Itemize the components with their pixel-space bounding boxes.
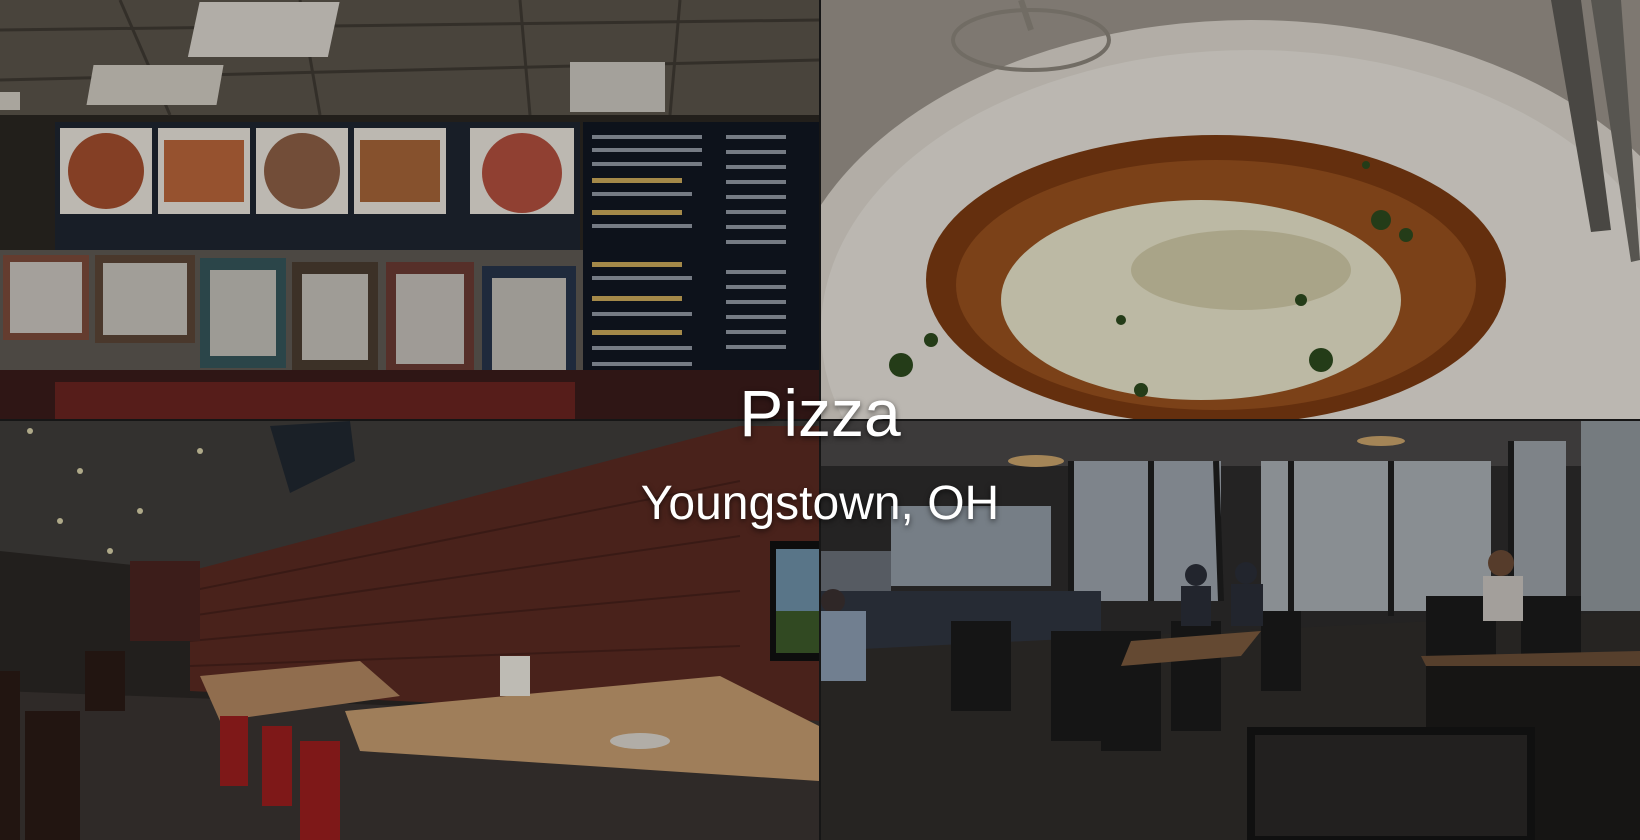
soup-bowl-image	[821, 0, 1640, 419]
photo-menu-board	[0, 0, 819, 419]
photo-collage: Pizza Youngstown, OH	[0, 0, 1640, 840]
photo-soup-bowl	[821, 0, 1640, 419]
collage-title: Pizza	[739, 376, 901, 450]
menu-board-image	[0, 0, 819, 419]
collage-subtitle: Youngstown, OH	[640, 477, 1000, 530]
